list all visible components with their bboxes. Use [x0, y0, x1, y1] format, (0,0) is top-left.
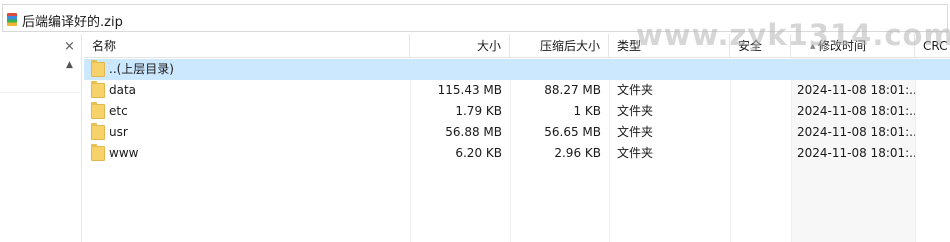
archive-icon — [7, 13, 17, 26]
file-type: 文件夹 — [617, 146, 654, 160]
table-row[interactable]: etc 1.79 KB 1 KB 文件夹 2024-11-08 18:01:..… — [84, 101, 950, 122]
folder-icon — [91, 81, 105, 98]
divider — [0, 92, 82, 93]
file-size: 1.79 KB — [455, 104, 502, 118]
file-name: usr — [109, 125, 128, 139]
file-type: 文件夹 — [617, 125, 654, 139]
archive-path: 后端编译好的.zip — [22, 15, 123, 30]
file-type: 文件夹 — [617, 104, 654, 118]
file-compressed-size: 88.27 MB — [544, 83, 601, 97]
file-size: 56.88 MB — [445, 125, 502, 139]
folder-icon — [91, 144, 105, 161]
file-modified: 2024-11-08 18:01:... — [797, 104, 915, 118]
folder-icon — [91, 60, 105, 77]
folder-tree-pane: × ▲ — [0, 34, 82, 242]
table-row[interactable]: www 6.20 KB 2.96 KB 文件夹 2024-11-08 18:01… — [84, 143, 950, 164]
folder-icon — [91, 123, 105, 140]
table-row[interactable]: data 115.43 MB 88.27 MB 文件夹 2024-11-08 1… — [84, 80, 950, 101]
table-row[interactable]: usr 56.88 MB 56.65 MB 文件夹 2024-11-08 18:… — [84, 122, 950, 143]
folder-icon — [91, 102, 105, 119]
file-name: etc — [109, 104, 128, 118]
file-size: 115.43 MB — [437, 83, 502, 97]
parent-directory-row[interactable]: ..(上层目录) — [84, 59, 950, 80]
file-compressed-size: 1 KB — [573, 104, 601, 118]
column-size[interactable]: 大小 — [410, 34, 510, 58]
file-size: 6.20 KB — [455, 146, 502, 160]
file-modified: 2024-11-08 18:01:... — [797, 146, 915, 160]
scroll-up-icon[interactable]: ▲ — [66, 60, 73, 70]
file-modified: 2024-11-08 18:01:... — [797, 83, 915, 97]
file-type: 文件夹 — [617, 83, 654, 97]
file-list: 名称 大小 压缩后大小 类型 安全 修改时间 ▲ CRC ..(上层目录) da… — [84, 34, 950, 242]
file-compressed-size: 2.96 KB — [554, 146, 601, 160]
watermark-text: www.zyk1314.com — [636, 18, 950, 52]
column-name[interactable]: 名称 — [84, 34, 410, 58]
file-name: data — [109, 83, 137, 97]
column-compressed[interactable]: 压缩后大小 — [510, 34, 609, 58]
file-name: www — [109, 146, 139, 160]
close-pane-icon[interactable]: × — [64, 39, 75, 54]
file-modified: 2024-11-08 18:01:... — [797, 125, 915, 139]
file-name: ..(上层目录) — [109, 62, 174, 76]
file-compressed-size: 56.65 MB — [544, 125, 601, 139]
